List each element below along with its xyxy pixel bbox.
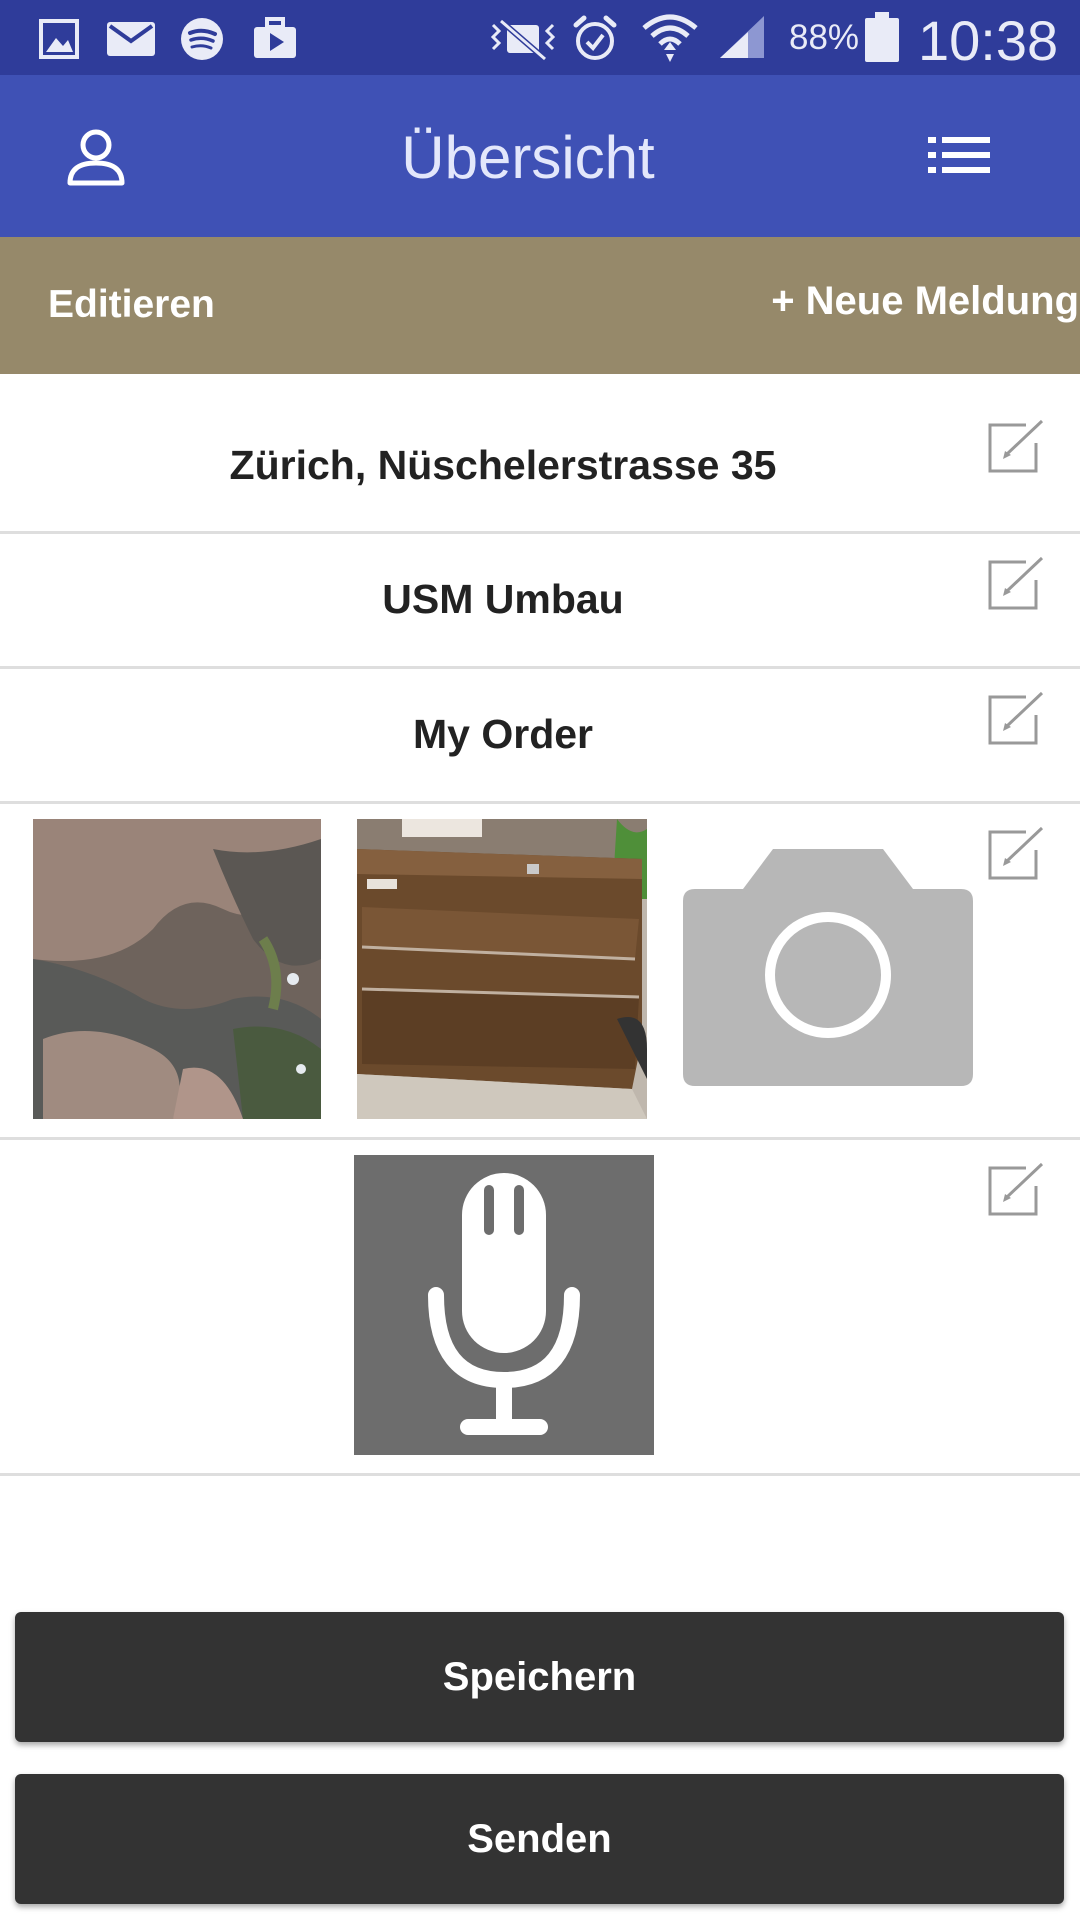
edit-icon[interactable]	[986, 1162, 1046, 1218]
new-report-button[interactable]: + Neue Meldung	[771, 279, 1079, 324]
mute-icon	[490, 18, 556, 61]
briefcase-icon	[254, 17, 296, 58]
list-icon[interactable]	[928, 135, 990, 175]
alarm-icon	[573, 15, 617, 60]
list-item-label: USM Umbau	[382, 576, 624, 622]
photo-row	[0, 804, 1080, 1140]
battery-icon	[865, 12, 899, 62]
gallery-icon	[39, 19, 79, 59]
send-button[interactable]: Senden	[15, 1774, 1064, 1904]
edit-icon[interactable]	[986, 826, 1046, 882]
edit-icon[interactable]	[986, 419, 1046, 475]
edit-icon[interactable]	[986, 691, 1046, 747]
wifi-icon	[642, 14, 698, 62]
mail-icon	[107, 22, 155, 56]
battery-percent: 88%	[789, 18, 860, 57]
spotify-icon	[181, 18, 223, 60]
list-item-label: Zürich, Nüschelerstrasse 35	[229, 442, 777, 488]
cabinet-photo[interactable]	[357, 819, 647, 1119]
microphone-icon[interactable]	[354, 1155, 654, 1455]
page-title: Übersicht	[401, 124, 655, 191]
edit-button[interactable]: Editieren	[48, 283, 215, 327]
camera-placeholder-icon[interactable]	[683, 849, 973, 1086]
rock-photo[interactable]	[33, 819, 321, 1119]
edit-icon[interactable]	[986, 556, 1046, 612]
signal-icon	[720, 16, 764, 58]
list-item[interactable]: Zürich, Nüschelerstrasse 35	[0, 374, 1080, 534]
action-bar: Editieren + Neue Meldung	[0, 237, 1080, 374]
list-item[interactable]: My Order	[0, 669, 1080, 804]
clock: 10:38	[918, 9, 1059, 72]
save-button[interactable]: Speichern	[15, 1612, 1064, 1742]
list-item[interactable]: USM Umbau	[0, 534, 1080, 669]
audio-row	[0, 1140, 1080, 1476]
status-bar: 88% 10:38	[0, 0, 1080, 75]
list-item-label: My Order	[413, 711, 593, 757]
app-bar: Übersicht	[0, 75, 1080, 237]
